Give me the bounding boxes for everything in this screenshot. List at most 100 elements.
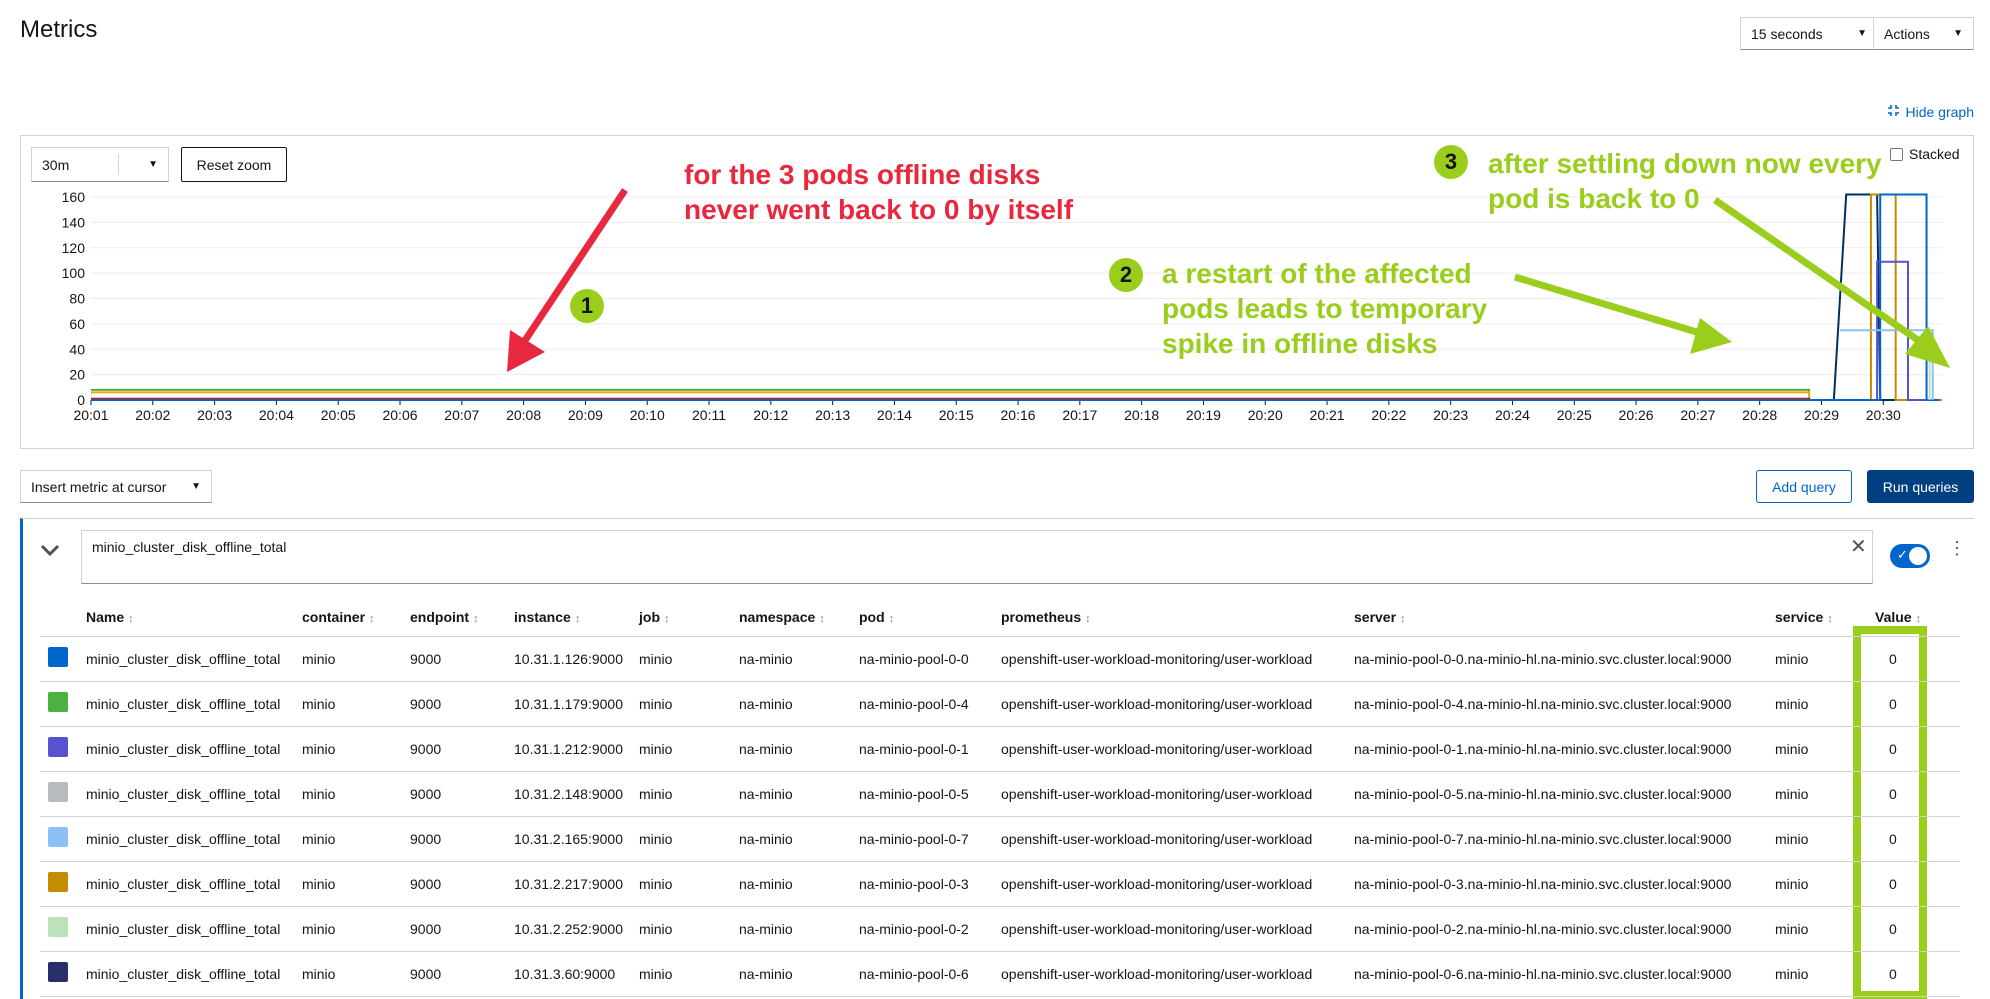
cell-namespace: na-minio (731, 906, 851, 952)
red-arrow (507, 188, 628, 372)
column-header-prometheus[interactable]: prometheus ↕ (993, 598, 1346, 637)
column-header-server[interactable]: server ↕ (1346, 598, 1767, 637)
insert-metric-dropdown[interactable]: Insert metric at cursor ▼ (20, 470, 212, 503)
cell-instance: 10.31.2.252:9000 (506, 906, 631, 952)
insert-metric-label: Insert metric at cursor (31, 478, 167, 495)
cell-job: minio (631, 861, 731, 907)
series-color-swatch[interactable] (48, 692, 68, 712)
cell-endpoint: 9000 (402, 816, 506, 862)
cell-name: minio_cluster_disk_offline_total (78, 681, 294, 727)
column-header-service[interactable]: service ↕ (1767, 598, 1867, 637)
cell-namespace: na-minio (731, 816, 851, 862)
column-label: service (1775, 608, 1824, 625)
table-row: minio_cluster_disk_offline_total minio 900… (40, 726, 1960, 772)
cell-job: minio (631, 816, 731, 862)
series-color-cell (40, 816, 78, 862)
cell-endpoint: 9000 (402, 861, 506, 907)
cell-service: minio (1767, 951, 1867, 997)
cell-service: minio (1767, 681, 1867, 727)
annotation-1-line2: never went back to 0 by itself (684, 194, 1074, 225)
cell-server: na-minio-pool-0-0.na-minio-hl.na-minio.s… (1346, 636, 1767, 682)
series-color-swatch[interactable] (48, 917, 68, 937)
cell-prometheus: openshift-user-workload-monitoring/user-… (993, 726, 1346, 772)
table-row: minio_cluster_disk_offline_total minio 900… (40, 636, 1960, 682)
column-header-value[interactable]: Value ↕ (1867, 598, 1960, 637)
cell-namespace: na-minio (731, 951, 851, 997)
annotation-2-text: a restart of the affected pods leads to … (1162, 256, 1487, 361)
cell-namespace: na-minio (731, 771, 851, 817)
table-row: minio_cluster_disk_offline_total minio 900… (40, 861, 1960, 907)
clear-query-icon[interactable]: ✕ (1850, 534, 1867, 559)
kebab-menu-icon[interactable]: ⋮ (1948, 539, 1966, 557)
cell-value: 0 (1867, 951, 1960, 997)
cell-namespace: na-minio (731, 726, 851, 772)
column-header-endpoint[interactable]: endpoint ↕ (402, 598, 506, 637)
column-header-name[interactable]: Name ↕ (78, 598, 294, 637)
series-color-swatch[interactable] (48, 737, 68, 757)
annotation-2-line1: a restart of the affected (1162, 258, 1472, 289)
cell-value: 0 (1867, 726, 1960, 772)
cell-service: minio (1767, 771, 1867, 817)
sort-icon: ↕ (369, 612, 375, 625)
cell-service: minio (1767, 816, 1867, 862)
cell-endpoint: 9000 (402, 906, 506, 952)
cell-job: minio (631, 636, 731, 682)
query-expression-input[interactable]: minio_cluster_disk_offline_total (81, 530, 1873, 584)
cell-endpoint: 9000 (402, 681, 506, 727)
cell-name: minio_cluster_disk_offline_total (78, 771, 294, 817)
add-query-button[interactable]: Add query (1756, 470, 1852, 503)
table-row: minio_cluster_disk_offline_total minio 900… (40, 951, 1960, 997)
cell-endpoint: 9000 (402, 951, 506, 997)
series-color-swatch[interactable] (48, 647, 68, 667)
series-color-cell (40, 636, 78, 682)
chevron-down-icon[interactable] (40, 543, 60, 560)
run-queries-button[interactable]: Run queries (1867, 470, 1974, 503)
cell-container: minio (294, 951, 402, 997)
series-color-swatch[interactable] (48, 962, 68, 982)
series-color-cell (40, 906, 78, 952)
sort-icon: ↕ (819, 612, 825, 625)
column-label: instance (514, 608, 571, 625)
cell-prometheus: openshift-user-workload-monitoring/user-… (993, 906, 1346, 952)
cell-endpoint: 9000 (402, 771, 506, 817)
series-color-cell (40, 681, 78, 727)
cell-name: minio_cluster_disk_offline_total (78, 861, 294, 907)
column-header-pod[interactable]: pod ↕ (851, 598, 993, 637)
annotation-3-line2: pod is back to 0 (1488, 183, 1700, 214)
cell-name: minio_cluster_disk_offline_total (78, 636, 294, 682)
cell-server: na-minio-pool-0-5.na-minio-hl.na-minio.s… (1346, 771, 1767, 817)
cell-value: 0 (1867, 816, 1960, 862)
column-header-instance[interactable]: instance ↕ (506, 598, 631, 637)
cell-service: minio (1767, 861, 1867, 907)
cell-server: na-minio-pool-0-7.na-minio-hl.na-minio.s… (1346, 816, 1767, 862)
caret-down-icon: ▼ (191, 481, 201, 492)
sort-icon: ↕ (1827, 612, 1833, 625)
column-header-container[interactable]: container ↕ (294, 598, 402, 637)
series-color-swatch[interactable] (48, 872, 68, 892)
sort-icon: ↕ (664, 612, 670, 625)
table-header-row: Name ↕ container ↕ endpoint ↕ instance ↕ job… (40, 598, 1960, 637)
cell-prometheus: openshift-user-workload-monitoring/user-… (993, 816, 1346, 862)
series-color-cell (40, 771, 78, 817)
column-header-namespace[interactable]: namespace ↕ (731, 598, 851, 637)
series-color-swatch[interactable] (48, 782, 68, 802)
series-color-swatch[interactable] (48, 827, 68, 847)
cell-pod: na-minio-pool-0-5 (851, 771, 993, 817)
cell-instance: 10.31.2.165:9000 (506, 816, 631, 862)
cell-job: minio (631, 771, 731, 817)
column-header-job[interactable]: job ↕ (631, 598, 731, 637)
sort-icon: ↕ (1400, 612, 1406, 625)
cell-pod: na-minio-pool-0-3 (851, 861, 993, 907)
green-arrow-2 (1513, 273, 1732, 354)
column-label: namespace (739, 608, 816, 625)
column-label: job (639, 608, 660, 625)
annotation-1-text: for the 3 pods offline disks never went … (684, 157, 1073, 227)
query-enable-toggle[interactable]: ✓ (1890, 544, 1930, 568)
cell-instance: 10.31.1.212:9000 (506, 726, 631, 772)
series-color-cell (40, 861, 78, 907)
sort-icon: ↕ (1915, 612, 1922, 625)
cell-server: na-minio-pool-0-1.na-minio-hl.na-minio.s… (1346, 726, 1767, 772)
cell-instance: 10.31.2.148:9000 (506, 771, 631, 817)
annotation-3-badge: 3 (1434, 145, 1468, 179)
series-color-cell (40, 726, 78, 772)
